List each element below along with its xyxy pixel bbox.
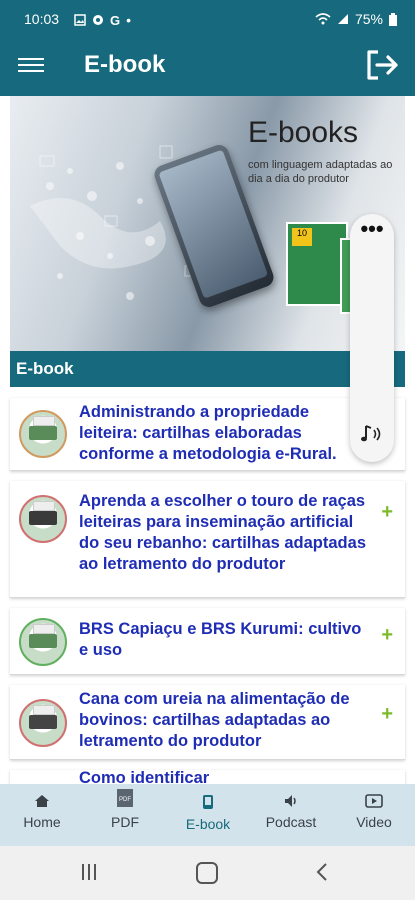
list-item[interactable]: Administrando a propriedade leiteira: ca… bbox=[10, 398, 405, 471]
tab-video[interactable]: Video bbox=[348, 784, 400, 846]
battery-percent: 75% bbox=[354, 11, 383, 27]
recent-apps-button[interactable] bbox=[82, 864, 100, 882]
svg-text:PDF: PDF bbox=[119, 797, 131, 803]
back-button[interactable] bbox=[316, 862, 328, 882]
ebooks-banner: E-books com linguagem adaptadas ao dia a… bbox=[10, 96, 405, 351]
tab-podcast[interactable]: Podcast bbox=[258, 784, 324, 846]
expand-button[interactable]: + bbox=[381, 703, 393, 726]
tab-label: Video bbox=[356, 814, 392, 830]
list-item-title: Cana com ureia na alimentação de bovinos… bbox=[79, 690, 350, 750]
home-icon bbox=[35, 795, 49, 807]
more-options-button[interactable]: ••• bbox=[350, 214, 394, 252]
video-icon bbox=[365, 794, 383, 808]
tab-label: Home bbox=[23, 814, 61, 830]
status-bar: 10:03 G • 75% bbox=[0, 0, 415, 36]
expand-button[interactable]: + bbox=[381, 624, 393, 647]
page-title: E-book bbox=[84, 51, 166, 78]
notification-icons: G • bbox=[74, 12, 131, 28]
pdf-icon: PDF bbox=[117, 789, 133, 807]
wifi-icon bbox=[315, 13, 331, 25]
audio-note-icon[interactable] bbox=[358, 420, 386, 448]
list-item-title: Aprenda a escolher o touro de raças leit… bbox=[79, 492, 366, 573]
home-button[interactable] bbox=[196, 862, 218, 884]
tablet-icon bbox=[203, 795, 213, 809]
list-item-title: BRS Capiaçu e BRS Kurumi: cultivo e uso bbox=[79, 620, 362, 659]
section-title: E-book bbox=[16, 359, 74, 378]
system-navigation-bar bbox=[0, 846, 415, 900]
dot-icon: • bbox=[126, 12, 132, 28]
list-item[interactable]: Cana com ureia na alimentação de bovinos… bbox=[10, 685, 405, 760]
signal-icon bbox=[337, 14, 348, 24]
tab-label: PDF bbox=[111, 814, 139, 830]
gallery-icon bbox=[74, 14, 86, 26]
tab-label: E-book bbox=[185, 816, 231, 832]
google-icon: G bbox=[110, 12, 121, 28]
chrome-icon bbox=[93, 15, 103, 25]
ebook-thumbnail bbox=[19, 618, 67, 666]
section-header: E-book bbox=[10, 351, 405, 387]
ebook-cover-image: 10 bbox=[286, 222, 348, 306]
status-right: 75% bbox=[315, 11, 397, 27]
speaker-icon bbox=[285, 795, 296, 807]
ebook-thumbnail bbox=[19, 410, 67, 458]
menu-icon[interactable] bbox=[18, 54, 44, 78]
tab-home[interactable]: Home bbox=[14, 784, 70, 846]
battery-icon bbox=[389, 12, 397, 26]
list-item[interactable]: BRS Capiaçu e BRS Kurumi: cultivo e uso … bbox=[10, 608, 405, 675]
expand-button[interactable]: + bbox=[381, 501, 393, 524]
banner-subtitle: com linguagem adaptadas ao dia a dia do … bbox=[248, 159, 393, 185]
list-item[interactable]: Aprenda a escolher o touro de raças leit… bbox=[10, 481, 405, 598]
list-item-title: Administrando a propriedade leiteira: ca… bbox=[79, 403, 337, 463]
banner-title: E-books bbox=[248, 116, 359, 149]
tab-pdf[interactable]: PDF PDF bbox=[98, 784, 152, 846]
ebook-list: Administrando a propriedade leiteira: ca… bbox=[10, 398, 405, 821]
bottom-navigation: Home PDF PDF E-book Podcast Video bbox=[0, 784, 415, 846]
book-badge: 10 bbox=[292, 228, 312, 246]
tab-ebook[interactable]: E-book bbox=[178, 784, 238, 846]
tab-label: Podcast bbox=[265, 814, 317, 830]
ebook-thumbnail bbox=[19, 495, 67, 543]
ebook-thumbnail bbox=[19, 699, 67, 747]
status-time: 10:03 bbox=[24, 11, 60, 27]
logout-icon[interactable] bbox=[363, 46, 401, 84]
floating-toolbar: ••• bbox=[350, 214, 394, 462]
app-bar: E-book bbox=[0, 36, 415, 96]
